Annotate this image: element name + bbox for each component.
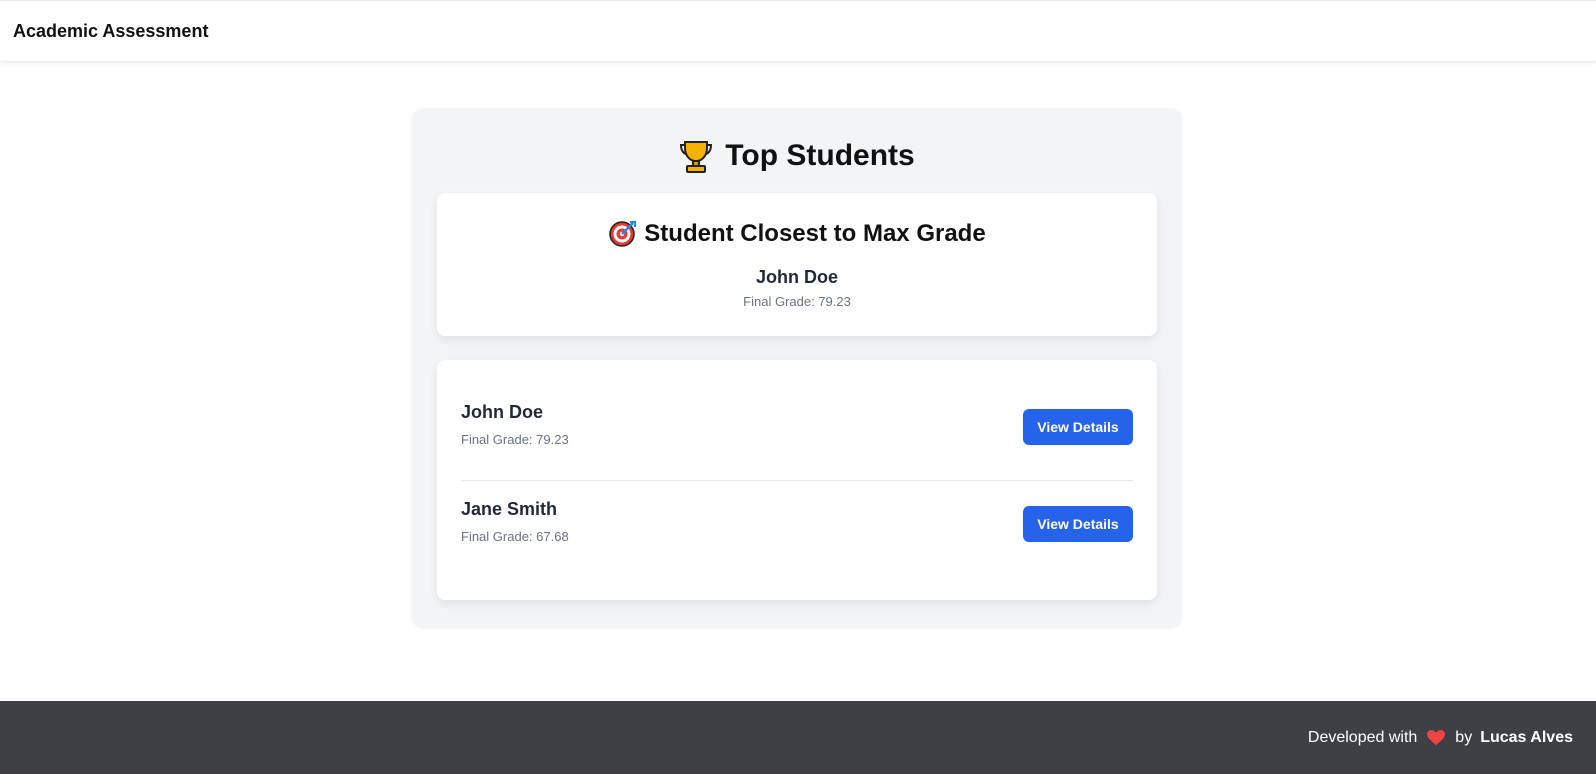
top-students-panel: Top Students Student Closest to Max Grad…	[413, 109, 1181, 626]
closest-card-title: Student Closest to Max Grade	[437, 217, 1157, 251]
panel-title-text: Top Students	[725, 139, 915, 172]
footer-prefix: Developed with	[1307, 728, 1418, 746]
panel-title: Top Students	[413, 133, 1181, 179]
app-brand[interactable]: Academic Assessment	[13, 21, 208, 42]
heart-icon	[1427, 729, 1446, 746]
list-item: Jane Smith Final Grade: 67.68 View Detai…	[461, 493, 1133, 553]
list-item: John Doe Final Grade: 79.23 View Details	[461, 396, 1133, 456]
student-grade: Final Grade: 79.23	[461, 432, 569, 447]
page-footer: Developed with by Lucas Alves	[0, 701, 1596, 774]
student-name: John Doe	[461, 402, 544, 422]
footer-by: by	[1455, 728, 1473, 746]
footer-author[interactable]: Lucas Alves	[1480, 729, 1573, 747]
trophy-icon	[679, 138, 713, 174]
row-divider	[461, 480, 1133, 481]
closest-student-name: John Doe	[755, 267, 838, 287]
student-grade: Final Grade: 67.68	[461, 529, 569, 544]
student-name: Jane Smith	[461, 499, 558, 519]
closest-student-grade: Final Grade: 79.23	[743, 294, 851, 309]
target-icon	[608, 220, 637, 248]
top-navbar: Academic Assessment	[0, 0, 1596, 61]
closest-student-card: Student Closest to Max Grade John Doe Fi…	[437, 193, 1157, 336]
closest-card-title-text: Student Closest to Max Grade	[644, 220, 986, 247]
view-details-button[interactable]: View Details	[1023, 409, 1133, 445]
student-list: John Doe Final Grade: 79.23 View Details…	[437, 360, 1157, 600]
view-details-button[interactable]: View Details	[1023, 506, 1133, 542]
